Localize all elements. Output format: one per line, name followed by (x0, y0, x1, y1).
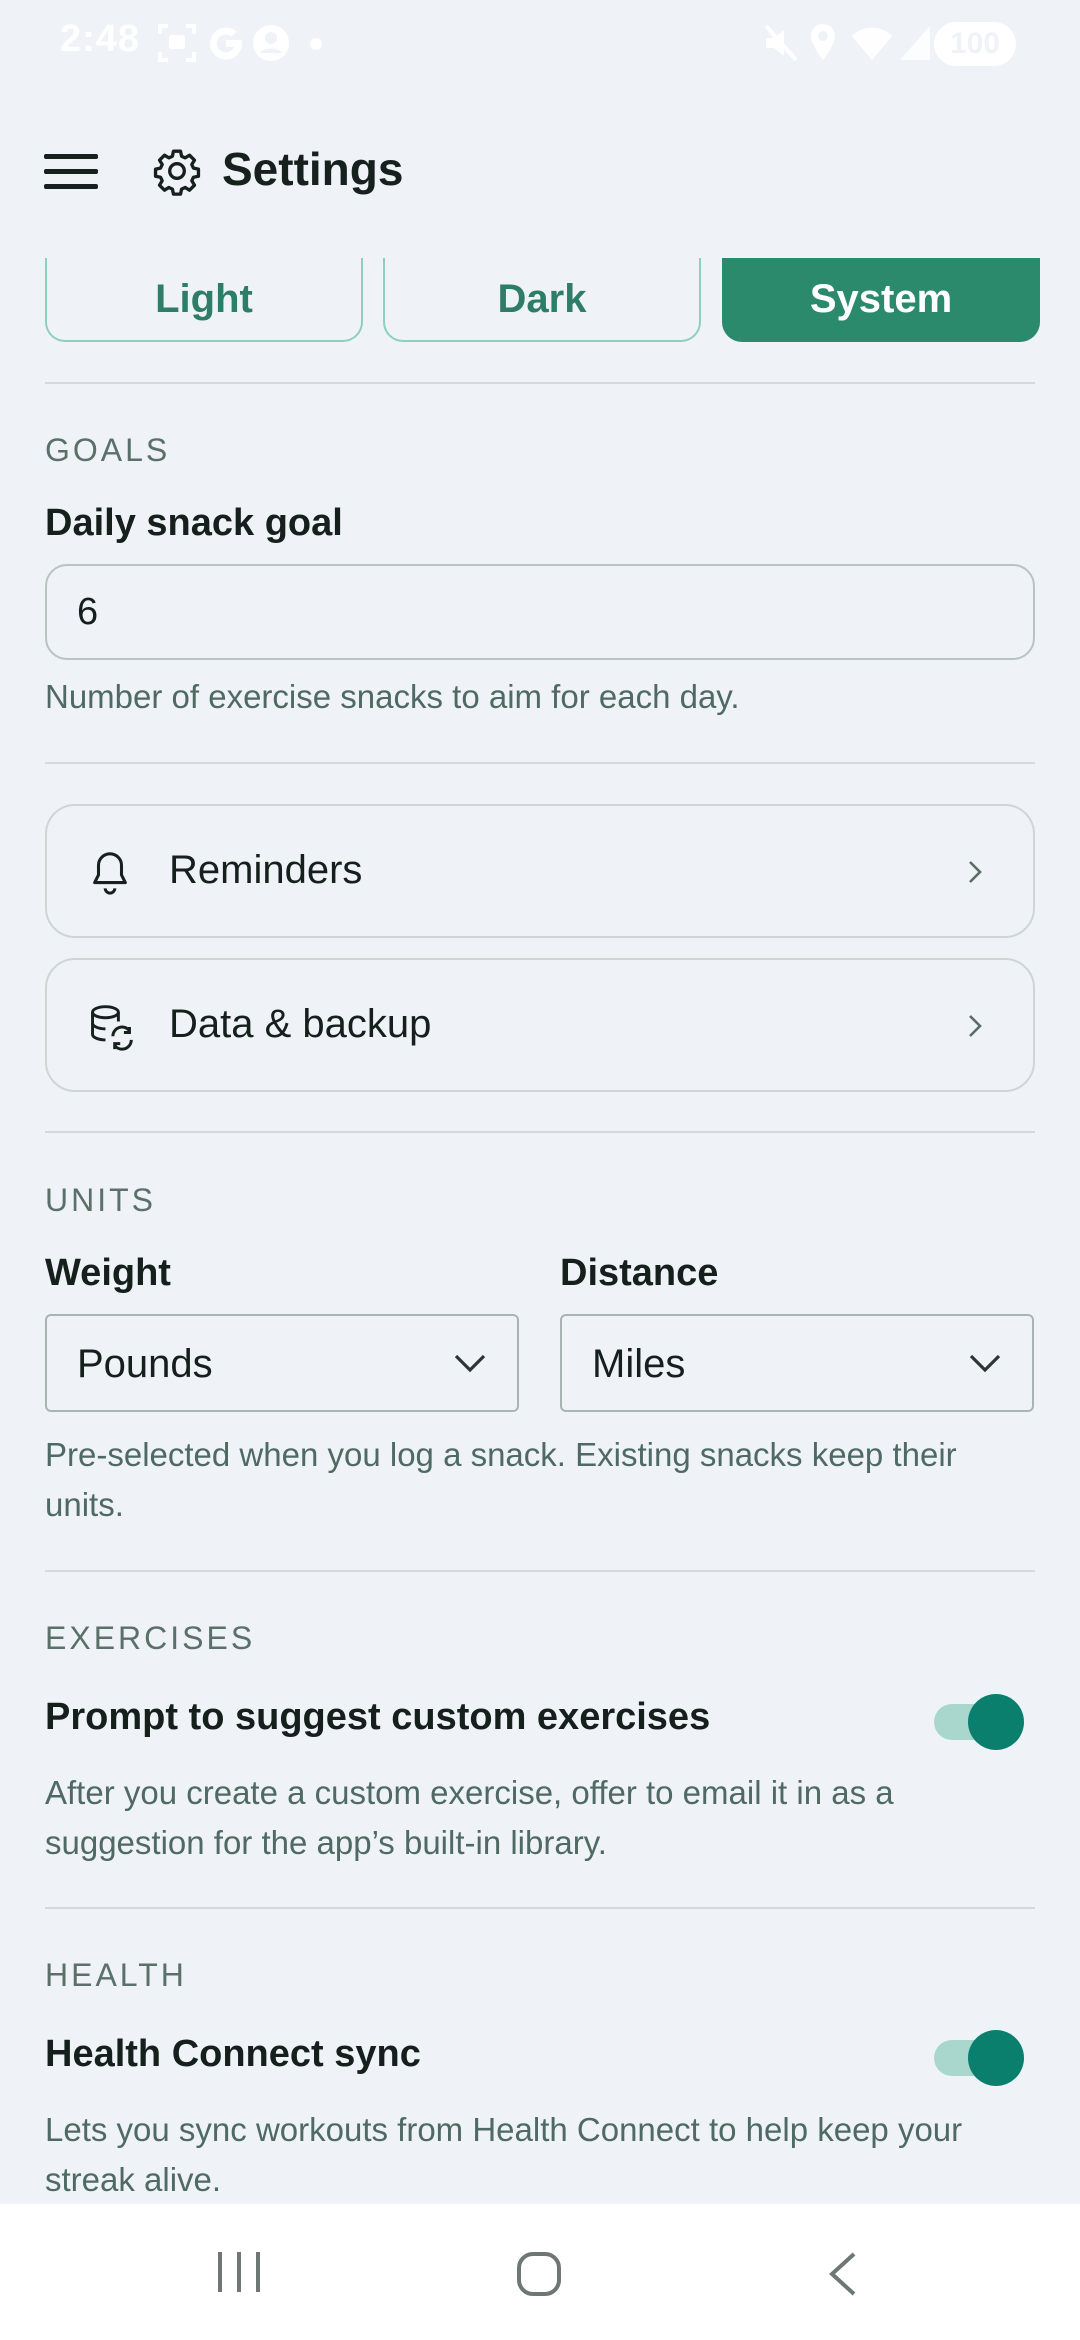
health-connect-toggle[interactable] (934, 2026, 1026, 2090)
divider (45, 382, 1035, 384)
battery-indicator: 100 (934, 22, 1016, 66)
account-icon (253, 25, 289, 61)
suggest-exercises-toggle[interactable] (934, 1690, 1026, 1754)
reminders-label: Reminders (169, 848, 363, 892)
theme-light-button[interactable]: Light (45, 258, 363, 342)
status-time: 2:48 (60, 18, 141, 60)
distance-select-value: Miles (592, 1342, 686, 1386)
section-label-exercises: EXERCISES (45, 1620, 256, 1656)
menu-icon[interactable] (44, 154, 98, 190)
notification-dot-icon (310, 38, 322, 50)
data-backup-label: Data & backup (169, 1002, 432, 1046)
page-title: Settings (222, 143, 404, 195)
data-backup-card[interactable]: Data & backup (45, 958, 1035, 1092)
database-sync-icon (91, 1005, 133, 1051)
daily-snack-goal-label: Daily snack goal (45, 502, 343, 544)
signal-icon (900, 26, 930, 60)
toggle-thumb (968, 2030, 1024, 2086)
distance-select[interactable]: Miles (560, 1314, 1034, 1412)
divider (45, 762, 1035, 764)
daily-snack-goal-input[interactable]: 6 (45, 564, 1035, 660)
location-icon (811, 24, 835, 60)
divider (45, 1570, 1035, 1572)
google-icon (210, 27, 243, 60)
daily-snack-goal-helper: Number of exercise snacks to aim for eac… (45, 678, 740, 715)
health-connect-label: Health Connect sync (45, 2033, 421, 2075)
section-label-health: HEALTH (45, 1957, 187, 1993)
section-label-units: UNITS (45, 1182, 156, 1218)
reminders-card[interactable]: Reminders (45, 804, 1035, 938)
weight-select[interactable]: Pounds (45, 1314, 519, 1412)
weight-label: Weight (45, 1252, 171, 1294)
back-icon[interactable] (824, 2250, 860, 2298)
status-bar: 2:48 100 (0, 0, 1080, 90)
suggest-exercises-label: Prompt to suggest custom exercises (45, 1696, 711, 1738)
divider (45, 1131, 1035, 1133)
bell-icon (93, 852, 127, 895)
home-icon[interactable] (515, 2250, 563, 2298)
chevron-right-icon (969, 861, 982, 883)
chevron-down-icon (454, 1354, 486, 1373)
mute-icon (764, 24, 798, 62)
health-connect-helper: Lets you sync workouts from Health Conne… (45, 2111, 963, 2198)
wifi-icon (852, 27, 892, 60)
theme-dark-button[interactable]: Dark (383, 258, 701, 342)
chevron-right-icon (969, 1015, 982, 1037)
distance-label: Distance (560, 1252, 719, 1294)
theme-system-button[interactable]: System (722, 258, 1040, 342)
units-helper: Pre-selected when you log a snack. Exist… (45, 1436, 957, 1523)
toggle-thumb (968, 1694, 1024, 1750)
gear-icon (153, 149, 201, 196)
screenshot-icon (158, 24, 196, 62)
system-nav-bar (0, 2204, 1080, 2340)
recent-apps-icon[interactable] (214, 2250, 264, 2294)
suggest-exercises-helper: After you create a custom exercise, offe… (45, 1774, 894, 1861)
section-label-goals: GOALS (45, 432, 171, 468)
weight-select-value: Pounds (77, 1342, 213, 1386)
app-bar: Settings (0, 120, 1080, 220)
divider (45, 1907, 1035, 1909)
chevron-down-icon (969, 1354, 1001, 1373)
